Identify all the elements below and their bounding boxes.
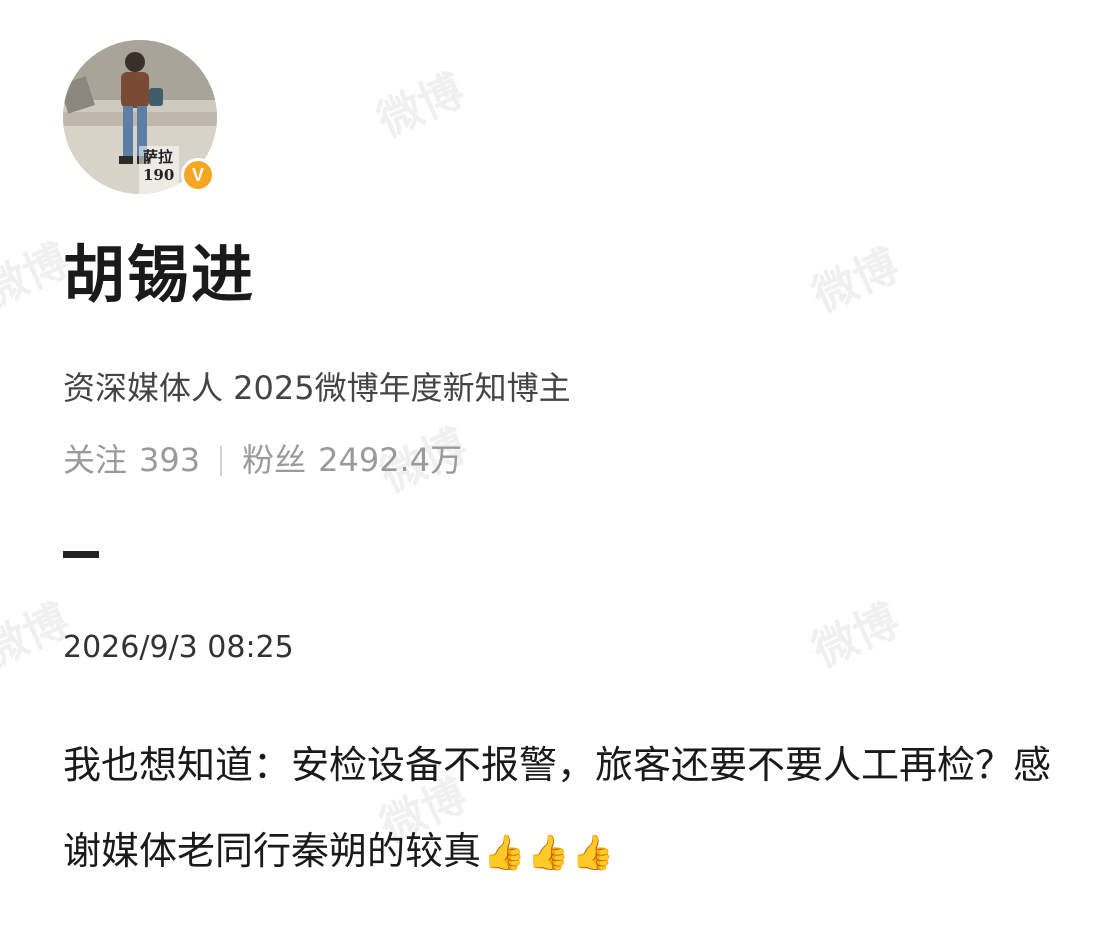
- thumbs-up-icon: 👍: [483, 833, 526, 873]
- thumbs-up-icon: 👍: [571, 833, 615, 873]
- following-stat[interactable]: 关注 393: [63, 440, 200, 482]
- watermark: 微博: [370, 64, 472, 148]
- verified-badge-label: V: [191, 164, 204, 185]
- post-content: 我也想知道：安检设备不报警，旅客还要不要人工再检？感谢媒体老同行秦朔的较真👍👍👍: [63, 722, 1063, 896]
- followers-count: 2492.4万: [318, 441, 463, 479]
- stats-divider: [220, 445, 223, 476]
- profile-stats: 关注 393 粉丝 2492.4万: [63, 440, 462, 482]
- profile-name[interactable]: 胡锡进: [63, 238, 255, 312]
- verified-badge-icon: V: [181, 158, 215, 192]
- profile-bio: 资深媒体人 2025微博年度新知博主: [63, 369, 571, 407]
- followers-label: 粉丝: [242, 441, 307, 479]
- watermark: 微博: [805, 594, 907, 678]
- thumbs-up-icon: 👍: [527, 833, 570, 873]
- followers-stat[interactable]: 粉丝 2492.4万: [242, 440, 462, 482]
- section-divider: [63, 551, 99, 558]
- following-label: 关注: [63, 441, 128, 479]
- watermark: 微博: [805, 239, 907, 323]
- following-count: 393: [139, 441, 201, 479]
- post-timestamp: 2026/9/3 08:25: [63, 630, 294, 665]
- avatar-caption: 萨拉 190: [143, 148, 175, 184]
